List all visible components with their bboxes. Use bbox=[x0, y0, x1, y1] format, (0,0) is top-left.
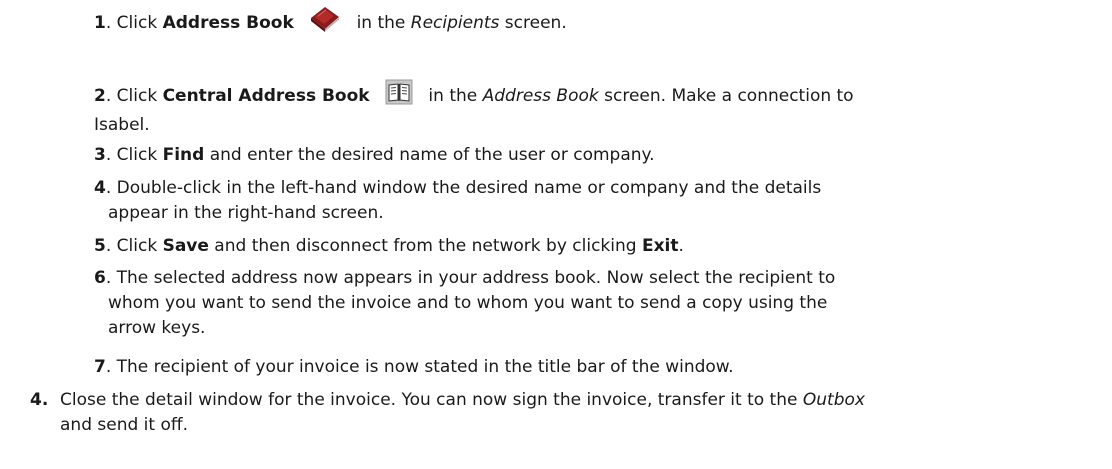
step-text: in the bbox=[423, 86, 483, 106]
outer-step-text: Close the detail window for the invoice.… bbox=[60, 388, 1100, 438]
step-keyword: Exit bbox=[641, 236, 679, 256]
step-number: 6 bbox=[94, 268, 106, 288]
step-number: 1 bbox=[94, 13, 106, 33]
step-7: 7. The recipient of your invoice is now … bbox=[94, 355, 1094, 380]
step-5: 5. Click Save and then disconnect from t… bbox=[94, 234, 1094, 259]
document-page: 1. Click Address Book in the Recipients … bbox=[0, 0, 1112, 469]
step-keyword: Central Address Book bbox=[162, 86, 370, 106]
step-text: . The recipient of your invoice is now s… bbox=[105, 357, 734, 377]
step-4: 4. Double-click in the left-hand window … bbox=[94, 176, 1094, 226]
outer-step-number: 4. bbox=[30, 390, 49, 410]
address-book-icon bbox=[309, 4, 341, 42]
step-keyword: Find bbox=[162, 145, 205, 165]
step-2: 2. Click Central Address Book in the Add… bbox=[94, 79, 1094, 138]
step-text: and then disconnect from the network by … bbox=[208, 236, 642, 256]
step-text: . Click bbox=[105, 13, 163, 33]
step-text: . The selected address now appears in yo… bbox=[105, 268, 836, 288]
step-number: 2 bbox=[94, 86, 106, 106]
step-text: Isabel. bbox=[94, 115, 150, 135]
step-number: 3 bbox=[94, 145, 106, 165]
step-number: 7 bbox=[94, 357, 106, 377]
step-1: 1. Click Address Book in the Recipients … bbox=[94, 4, 1094, 42]
step-3: 3. Click Find and enter the desired name… bbox=[94, 143, 1094, 168]
step-text: arrow keys. bbox=[108, 318, 206, 338]
step-text: . Double-click in the left-hand window t… bbox=[105, 178, 822, 198]
step-text: . bbox=[678, 236, 684, 256]
step-keyword: Save bbox=[162, 236, 209, 256]
step-6: 6. The selected address now appears in y… bbox=[94, 266, 1094, 341]
step-text: screen. bbox=[499, 13, 567, 33]
central-address-book-icon bbox=[385, 79, 413, 113]
step-text: . Click bbox=[105, 145, 163, 165]
screen-name: Recipients bbox=[410, 13, 500, 33]
outer-step-4: 4. Close the detail window for the invoi… bbox=[30, 388, 1100, 438]
screen-name: Outbox bbox=[802, 390, 865, 410]
step-number: 5 bbox=[94, 236, 106, 256]
step-keyword: Address Book bbox=[162, 13, 294, 33]
step-text: appear in the right-hand screen. bbox=[108, 203, 384, 223]
step-text: screen. Make a connection to bbox=[598, 86, 854, 106]
screen-name: Address Book bbox=[482, 86, 599, 106]
step-number: 4 bbox=[94, 178, 106, 198]
step-text: . Click bbox=[105, 236, 163, 256]
step-text: . Click bbox=[105, 86, 163, 106]
step-text: Close the detail window for the invoice.… bbox=[60, 390, 803, 410]
step-text: and send it off. bbox=[60, 415, 188, 435]
step-text: and enter the desired name of the user o… bbox=[204, 145, 655, 165]
step-text: in the bbox=[351, 13, 411, 33]
step-text: whom you want to send the invoice and to… bbox=[108, 293, 828, 313]
